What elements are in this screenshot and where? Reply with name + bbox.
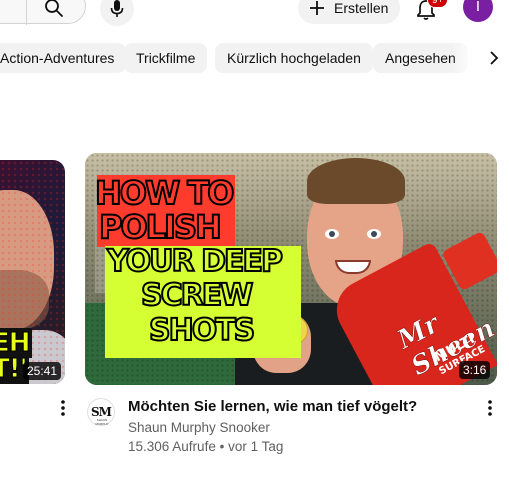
video-title[interactable]: Möchten Sie lernen, wie man tief vögelt? bbox=[128, 398, 417, 415]
create-button[interactable]: Erstellen bbox=[298, 0, 400, 24]
video-duration-badge: 25:41 bbox=[23, 362, 62, 380]
search-button[interactable] bbox=[0, 0, 86, 25]
chips-next-button[interactable] bbox=[472, 43, 509, 73]
thumbnail-text-line: POLISH bbox=[98, 208, 223, 246]
notification-count-badge: 9+ bbox=[427, 0, 449, 8]
more-options-icon[interactable] bbox=[480, 398, 500, 418]
chip-fade bbox=[452, 43, 474, 73]
account-avatar[interactable]: I bbox=[463, 0, 493, 22]
video-stats: 15.306 Aufrufe • vor 1 Tag bbox=[128, 439, 283, 454]
category-chip-bar: Action-Adventures Trickfilme Kürzlich ho… bbox=[0, 43, 509, 73]
video-duration-badge: 3:16 bbox=[459, 361, 491, 379]
search-icon bbox=[45, 0, 63, 17]
voice-search-button[interactable] bbox=[100, 0, 134, 26]
video-thumbnail-left[interactable]: : EH T!' 25:41 bbox=[0, 160, 65, 384]
thumbnail-person-hair bbox=[307, 158, 405, 204]
channel-avatar-mark: SM bbox=[91, 405, 112, 419]
thumbnail-eye bbox=[325, 229, 339, 239]
chip-action-adventures[interactable]: Action-Adventures bbox=[0, 43, 127, 73]
more-options-icon[interactable] bbox=[53, 398, 73, 418]
microphone-icon bbox=[110, 0, 124, 17]
thumbnail-text-line: YOUR DEEP bbox=[106, 244, 284, 279]
video-thumbnail[interactable]: Mr Sheen MULTI SURFACE HOW TO POLISH YOU… bbox=[85, 153, 497, 385]
upload-age: vor 1 Tag bbox=[228, 439, 284, 454]
chip-recently-uploaded[interactable]: Kürzlich hochgeladen bbox=[215, 43, 373, 73]
thumbnail-text-line: HOW TO bbox=[94, 174, 235, 212]
thumbnail-text-line: SCREW bbox=[140, 278, 254, 313]
view-count: 15.306 Aufrufe bbox=[128, 439, 216, 454]
thumbnail-eye bbox=[367, 229, 381, 239]
channel-avatar-subtext: SHAUN MURPHY bbox=[95, 418, 109, 426]
chevron-right-icon bbox=[490, 51, 499, 65]
plus-icon bbox=[310, 1, 324, 15]
search-divider bbox=[26, 0, 27, 25]
stats-separator: • bbox=[219, 439, 229, 454]
channel-name[interactable]: Shaun Murphy Snooker bbox=[128, 420, 270, 435]
chip-cartoons[interactable]: Trickfilme bbox=[124, 43, 208, 73]
channel-avatar[interactable]: SM SHAUN MURPHY bbox=[87, 398, 115, 426]
thumbnail-text-line: SHOTS bbox=[148, 313, 256, 348]
create-label: Erstellen bbox=[334, 0, 389, 16]
